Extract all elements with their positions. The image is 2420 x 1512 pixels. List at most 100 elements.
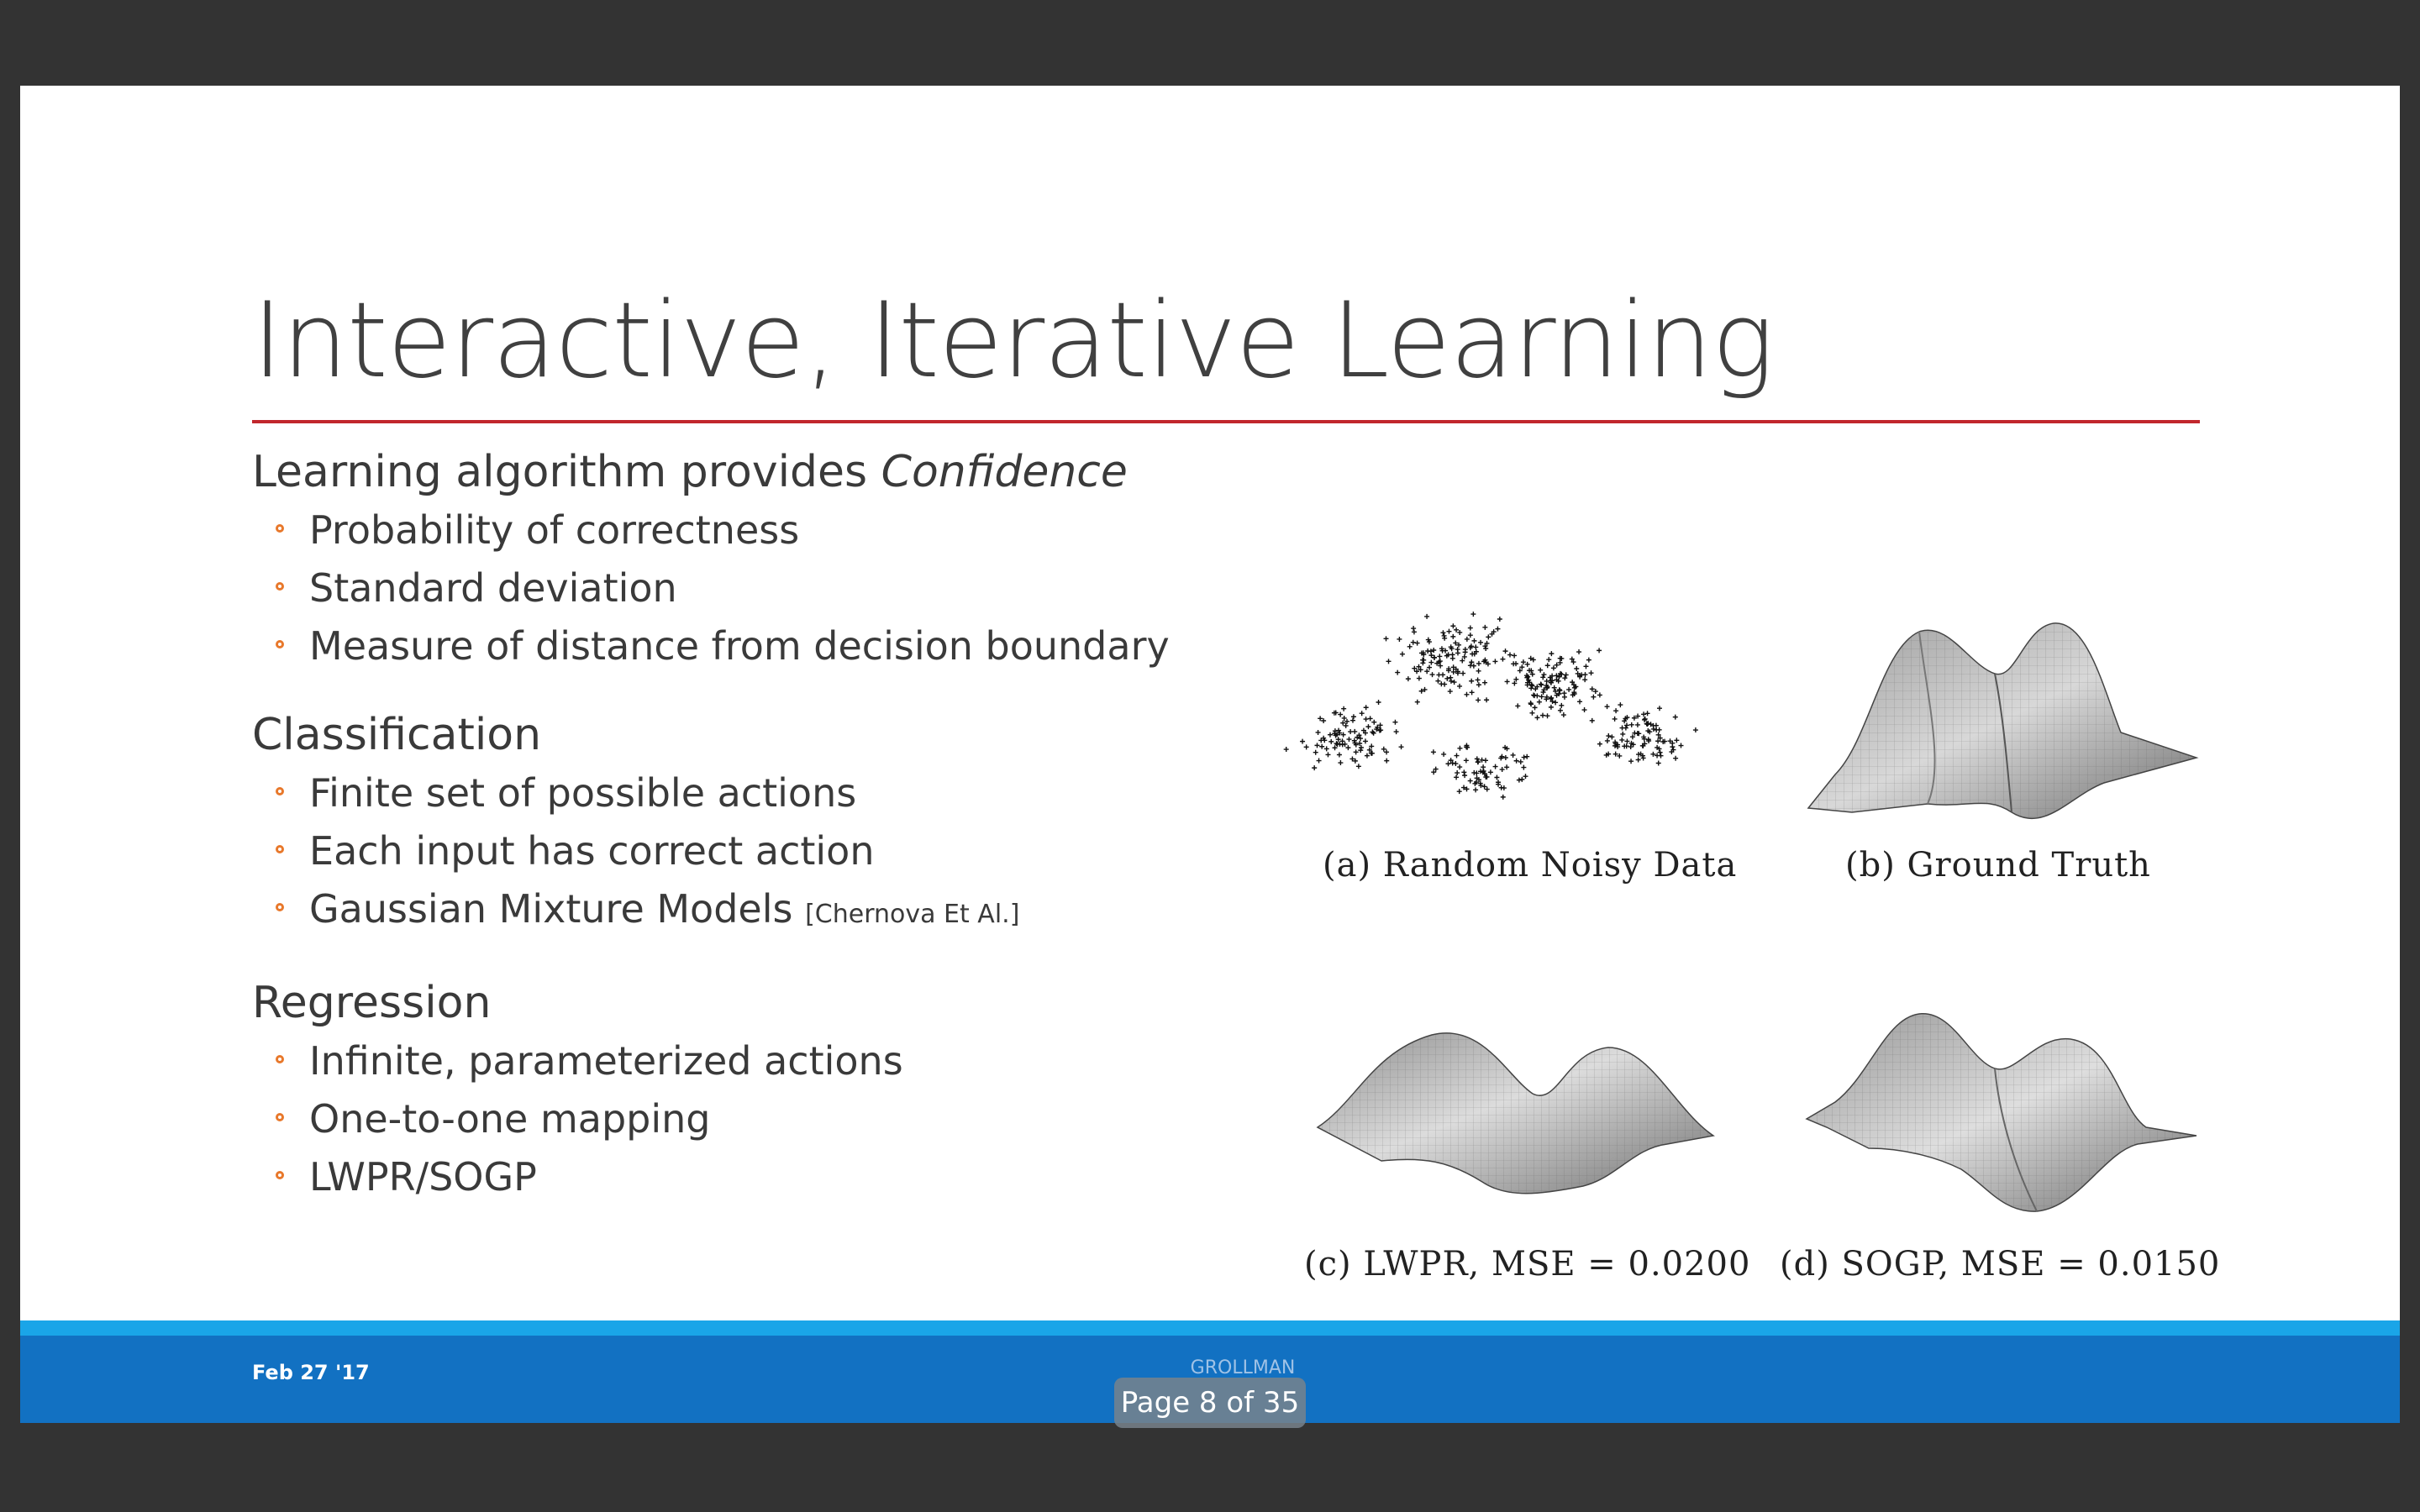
scatter-point xyxy=(1519,776,1525,782)
scatter-point xyxy=(1395,669,1401,675)
scatter-point xyxy=(1444,675,1450,681)
scatter-point xyxy=(1653,722,1659,728)
scatter-point xyxy=(1471,769,1477,775)
scatter-point xyxy=(1622,718,1628,724)
scatter-point xyxy=(1670,744,1676,750)
scatter-point xyxy=(1583,664,1589,669)
scatter-point xyxy=(1548,704,1554,710)
scatter-point xyxy=(1457,629,1463,635)
scatter-point xyxy=(1345,745,1351,751)
scatter-point xyxy=(1586,657,1591,663)
scatter-point xyxy=(1620,731,1626,737)
scatter-point xyxy=(1303,744,1309,750)
scatter-point xyxy=(1346,737,1352,743)
scatter-point xyxy=(1656,727,1662,732)
scatter-point xyxy=(1516,777,1522,783)
panel-random-noisy-data xyxy=(1281,590,1718,825)
scatter-point xyxy=(1658,753,1664,759)
scatter-point xyxy=(1510,752,1516,758)
scatter-point xyxy=(1427,664,1433,670)
scatter-point xyxy=(1534,715,1540,721)
scatter-point xyxy=(1463,758,1469,764)
caption-d: (d) SOGP, MSE = 0.0150 xyxy=(1780,1245,2221,1284)
bullet-circle-icon xyxy=(276,787,284,795)
scatter-point xyxy=(1476,682,1481,688)
scatter-point xyxy=(1457,683,1463,689)
scatter-point xyxy=(1504,679,1510,685)
scatter-point xyxy=(1445,761,1451,767)
scatter-point xyxy=(1673,755,1679,761)
panel-ground-truth xyxy=(1802,615,2205,833)
scatter-point xyxy=(1544,713,1550,719)
scatter-point xyxy=(1411,629,1417,635)
scatter-point xyxy=(1550,665,1556,671)
scatter-point xyxy=(1450,633,1456,639)
scatter-point xyxy=(1624,738,1630,744)
scatter-point xyxy=(1359,711,1365,717)
scatter-point xyxy=(1451,680,1457,685)
scatter-point xyxy=(1424,669,1430,675)
scatter-point xyxy=(1551,685,1557,690)
scatter-point xyxy=(1455,650,1460,656)
scatter-point xyxy=(1405,676,1411,682)
scatter-point xyxy=(1470,612,1476,617)
scatter-point xyxy=(1635,757,1641,763)
scatter-point xyxy=(1641,711,1647,717)
scatter-point xyxy=(1386,659,1392,664)
scatter-point xyxy=(1538,681,1544,687)
scatter-point xyxy=(1497,616,1502,622)
bullet-text: Finite set of possible actions xyxy=(309,770,857,816)
scatter-point xyxy=(1450,669,1456,675)
scatter-point xyxy=(1428,659,1434,665)
scatter-point xyxy=(1502,648,1508,654)
bullet-item: Probability of correctness xyxy=(252,501,1260,559)
scatter-point xyxy=(1316,758,1322,764)
scatter-point xyxy=(1500,656,1506,662)
bullet-list-classification: Finite set of possible actions Each inpu… xyxy=(252,764,1260,943)
scatter-point xyxy=(1559,702,1565,708)
scatter-point xyxy=(1464,691,1470,697)
scatter-point xyxy=(1457,764,1463,770)
bullet-item: Infinite, parameterized actions xyxy=(252,1032,1260,1090)
scatter-point xyxy=(1378,727,1384,733)
scatter-point xyxy=(1456,789,1462,795)
scatter-point xyxy=(1467,633,1473,638)
scatter-point xyxy=(1521,754,1527,760)
scatter-point xyxy=(1449,655,1455,661)
surface-ground-truth xyxy=(1807,622,2199,819)
scatter-point xyxy=(1507,652,1513,658)
footer-date: Feb 27 '17 xyxy=(252,1361,370,1384)
scatter-point xyxy=(1429,672,1435,678)
scatter-point xyxy=(1634,722,1640,727)
scatter-point xyxy=(1618,702,1623,708)
scatter-point xyxy=(1597,648,1602,654)
scatter-point xyxy=(1328,738,1334,744)
scatter-point xyxy=(1397,636,1402,642)
bullet-circle-icon xyxy=(276,1171,284,1179)
scatter-point xyxy=(1363,717,1369,722)
scatter-point xyxy=(1437,654,1443,659)
scatter-point xyxy=(1327,732,1333,738)
scatter-point xyxy=(1462,649,1468,655)
scatter-point xyxy=(1674,738,1680,743)
section-heading-confidence: Learning algorithm provides Confidence xyxy=(252,443,1260,501)
scatter-point xyxy=(1657,706,1663,711)
caption-c: (c) LWPR, MSE = 0.0200 xyxy=(1304,1245,1751,1284)
bullet-circle-icon xyxy=(276,1055,284,1063)
scatter-point xyxy=(1343,722,1349,728)
scatter-point xyxy=(1471,638,1477,643)
scatter-point xyxy=(1531,692,1537,698)
scatter-point xyxy=(1349,717,1355,723)
bullet-text: Infinite, parameterized actions xyxy=(309,1038,903,1084)
bullet-text: LWPR/SOGP xyxy=(309,1154,537,1200)
scatter-point xyxy=(1411,626,1417,632)
surface-lwpr xyxy=(1316,1032,1715,1194)
scatter-point xyxy=(1481,784,1487,790)
scatter-point xyxy=(1352,728,1358,734)
scatter-point xyxy=(1464,636,1470,642)
scatter-point xyxy=(1588,670,1594,676)
scatter-point xyxy=(1435,678,1441,684)
scatter-point xyxy=(1334,742,1340,748)
scatter-point xyxy=(1604,704,1610,710)
bullet-item: Measure of distance from decision bounda… xyxy=(252,617,1260,675)
